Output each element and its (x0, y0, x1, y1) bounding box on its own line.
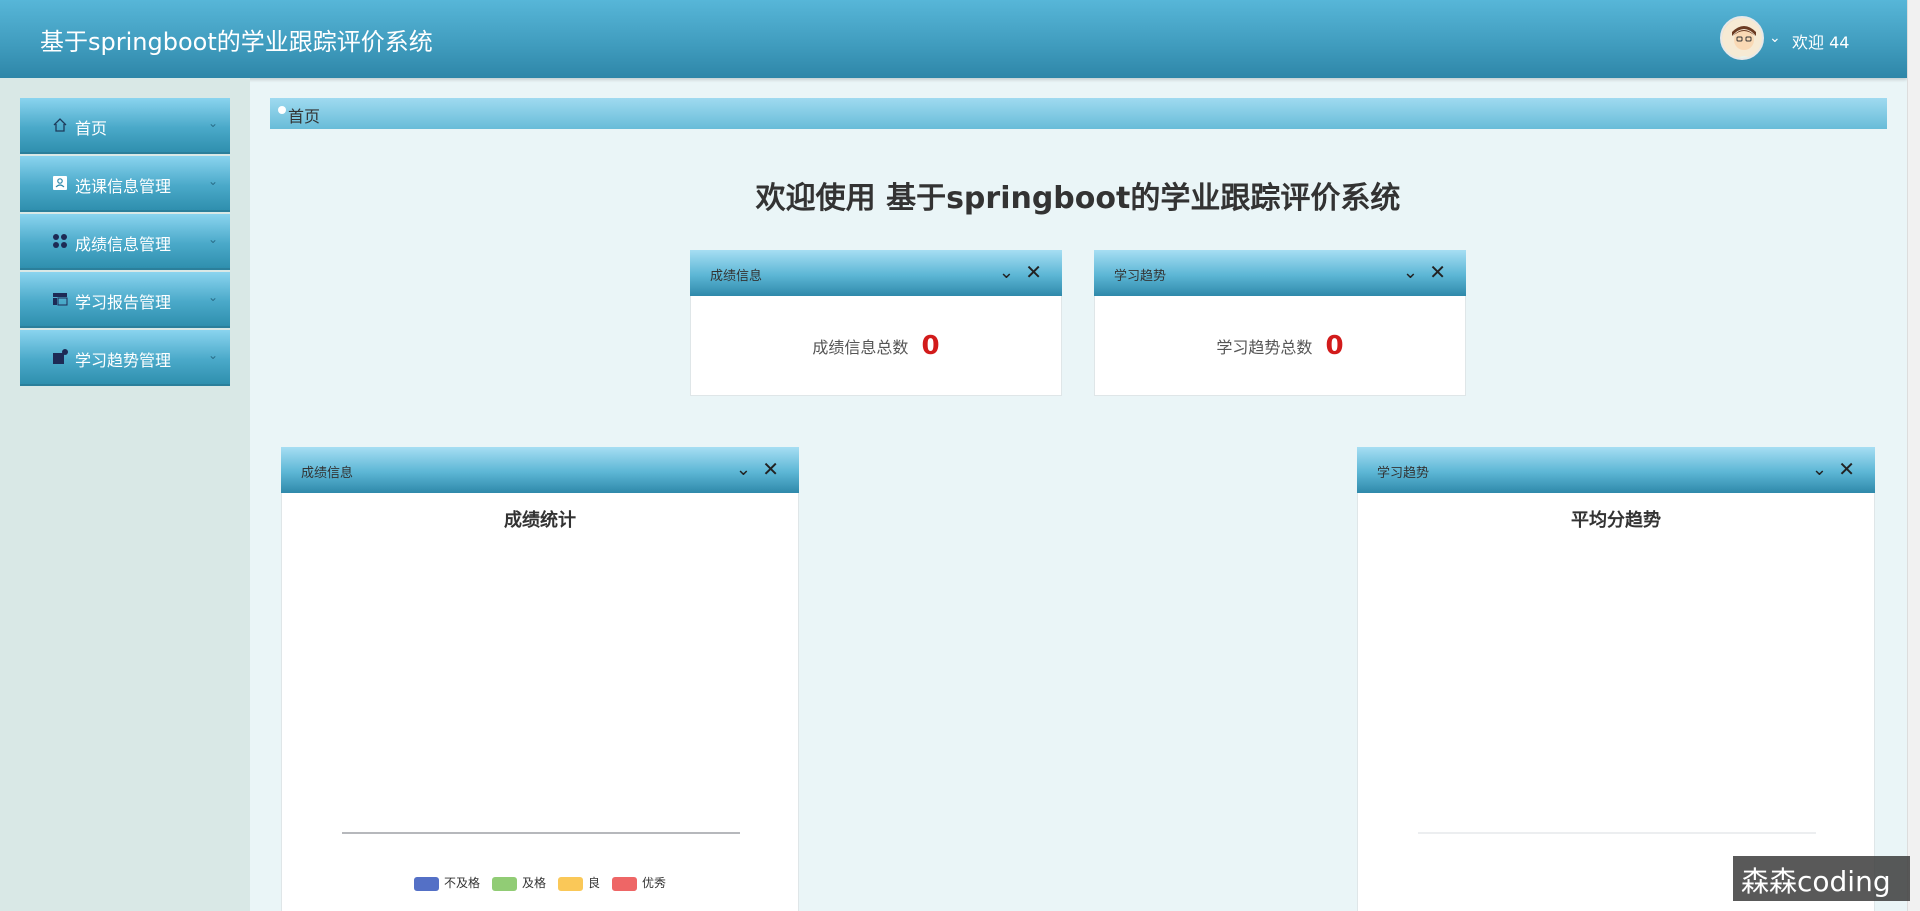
legend-item[interactable]: 优秀 (612, 874, 666, 891)
grades-chart (342, 832, 740, 834)
trends-chart (1418, 832, 1816, 834)
chevron-down-icon: ⌄ (207, 232, 218, 246)
trends-chart-panel: 学习趋势 ⌄ ✕ 平均分趋势 (1357, 447, 1875, 911)
legend-swatch (558, 876, 583, 891)
legend-label: 优秀 (642, 876, 667, 890)
legend-item[interactable]: 良 (558, 874, 600, 891)
legend-item[interactable]: 不及格 (413, 874, 480, 891)
stat-value: 0 (921, 331, 940, 361)
legend-label: 良 (588, 876, 601, 890)
collapse-icon[interactable]: ⌄ (736, 459, 751, 480)
legend-swatch (413, 876, 439, 891)
close-icon[interactable]: ✕ (1838, 457, 1855, 481)
layout-icon (53, 293, 68, 306)
chart-legend: 不及格 及格 良 优秀 (282, 874, 798, 891)
close-icon[interactable]: ✕ (1025, 260, 1042, 284)
trends-stat-panel: 学习趋势 ⌄ ✕ 学习趋势总数 0 (1094, 250, 1466, 396)
close-icon[interactable]: ✕ (1429, 260, 1446, 284)
top-header: 基于springboot的学业跟踪评价系统 ⌄ 欢迎 44 (0, 0, 1907, 78)
legend-swatch (612, 876, 638, 891)
welcome-user-text[interactable]: 欢迎 44 (1792, 29, 1849, 53)
chevron-down-icon: ⌄ (207, 348, 218, 362)
sidebar-item-label: 首页 (75, 119, 108, 138)
collapse-icon[interactable]: ⌄ (1812, 459, 1827, 480)
sidebar-item-grades[interactable]: 成绩信息管理 ⌄ (20, 214, 230, 270)
breadcrumb-home[interactable]: 首页 (288, 103, 320, 127)
stat-row: 成绩信息总数 0 (691, 331, 1061, 361)
panel-header: 成绩信息 ⌄ ✕ (690, 250, 1062, 296)
home-icon (53, 118, 67, 132)
stat-label: 成绩信息总数 (812, 338, 909, 357)
panel-title: 成绩信息 (301, 466, 354, 481)
sidebar-item-trends[interactable]: 学习趋势管理 ⌄ (20, 330, 230, 386)
legend-swatch (491, 876, 517, 891)
user-avatar[interactable] (1720, 16, 1764, 60)
collapse-icon[interactable]: ⌄ (1403, 262, 1418, 283)
panel-title: 学习趋势 (1377, 466, 1430, 481)
apps-icon (53, 234, 67, 248)
grades-chart-panel: 成绩信息 ⌄ ✕ 成绩统计 不及格 及格良优秀 (281, 447, 799, 911)
close-icon[interactable]: ✕ (762, 457, 779, 481)
panel-header: 成绩信息 ⌄ ✕ (281, 447, 799, 493)
panel-title: 学习趋势 (1114, 269, 1167, 284)
stat-value: 0 (1325, 331, 1344, 361)
panel-title: 成绩信息 (710, 269, 763, 284)
grades-stat-panel: 成绩信息 ⌄ ✕ 成绩信息总数 0 (690, 250, 1062, 396)
watermark: 森森coding (1733, 856, 1910, 901)
panel-header: 学习趋势 ⌄ ✕ (1094, 250, 1466, 296)
chevron-down-icon: ⌄ (207, 290, 218, 304)
chevron-down-icon: ⌄ (207, 116, 218, 130)
collapse-icon[interactable]: ⌄ (999, 262, 1014, 283)
app-title: 基于springboot的学业跟踪评价系统 (40, 28, 433, 56)
sidebar-item-label: 学习趋势管理 (75, 351, 172, 370)
stat-row: 学习趋势总数 0 (1095, 331, 1465, 361)
sidebar-item-label: 成绩信息管理 (75, 235, 172, 254)
legend-label: 不及格 (443, 876, 480, 890)
legend-item[interactable]: 及格 (491, 874, 546, 891)
sidebar-item-label: 学习报告管理 (75, 293, 172, 312)
user-menu-chevron-icon[interactable]: ⌄ (1769, 30, 1781, 46)
page-scrollbar[interactable] (1907, 0, 1920, 911)
sidebar-item-home[interactable]: 首页 ⌄ (20, 98, 230, 154)
breadcrumb-dot-icon (278, 106, 286, 114)
panel-header: 学习趋势 ⌄ ✕ (1357, 447, 1875, 493)
breadcrumb: 首页 (270, 98, 1887, 129)
avatar-face-icon (1722, 18, 1762, 58)
chart-icon (53, 349, 68, 364)
stat-label: 学习趋势总数 (1216, 338, 1313, 357)
legend-label: 及格 (521, 876, 546, 890)
sidebar-item-reports[interactable]: 学习报告管理 ⌄ (20, 272, 230, 328)
page-title: 欢迎使用 基于springboot的学业跟踪评价系统 (755, 181, 1401, 216)
